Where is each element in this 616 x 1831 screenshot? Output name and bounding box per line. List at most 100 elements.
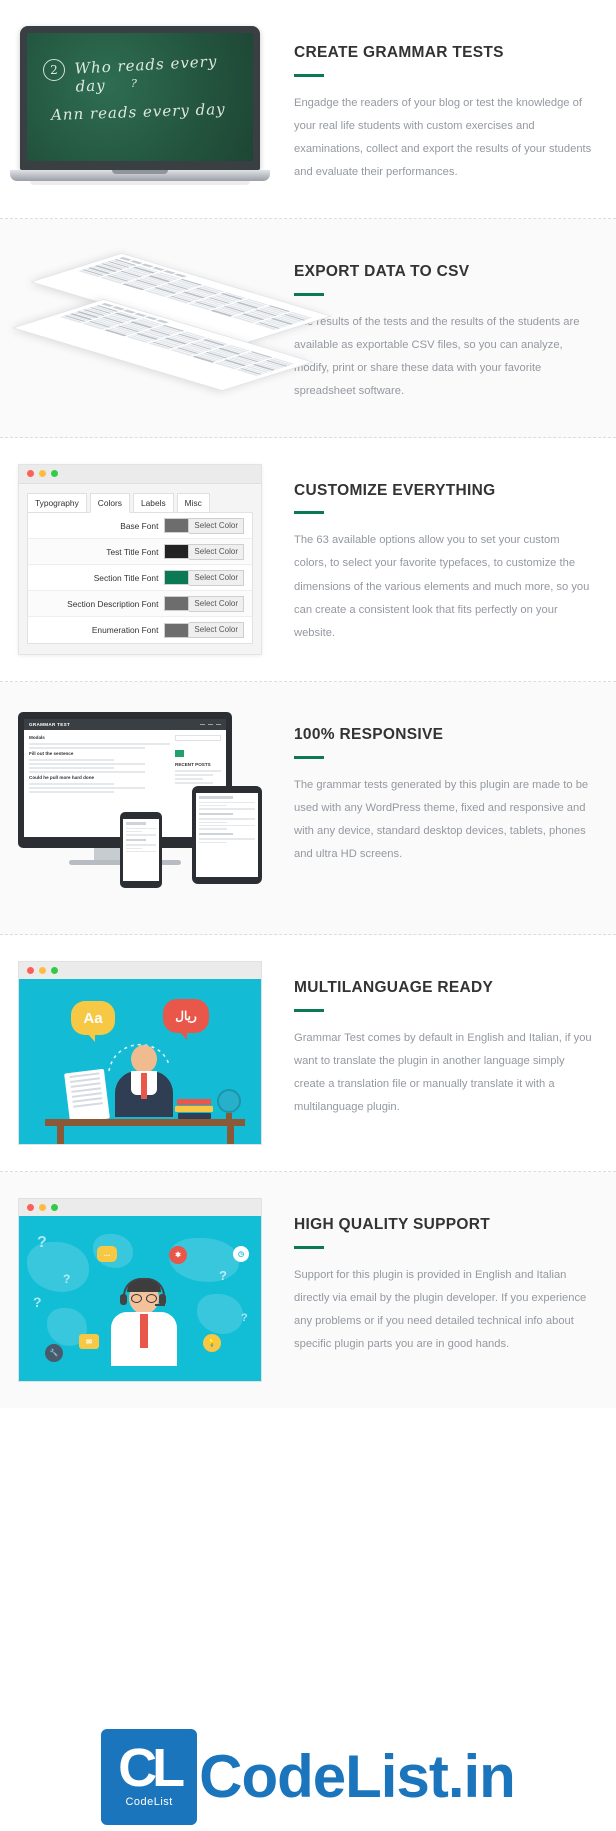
laptop-base: [10, 170, 270, 181]
settings-rows: Base Font Select Color Test Title Font S…: [27, 512, 253, 645]
select-color-button[interactable]: Select Color: [189, 595, 244, 612]
preview-search-input[interactable]: [175, 735, 221, 742]
globe-icon: [217, 1089, 241, 1114]
question-mark-icon: ?: [219, 1268, 227, 1284]
preview-search-button[interactable]: [175, 750, 184, 758]
multilanguage-illustration: Aa ريال: [18, 979, 262, 1146]
phone-text-line: [126, 827, 156, 829]
headset-mic: [155, 1304, 165, 1307]
settings-row: Enumeration Font Select Color: [28, 617, 252, 643]
preview-heading: Modals: [29, 735, 45, 741]
window-minimize-dot-icon[interactable]: [39, 967, 46, 975]
feature-section-multilanguage-ready: Aa ريال MULTILANGUAGE READY Grammar Test…: [0, 935, 616, 1173]
laptop-screen: 2 Who reads every day ? Ann reads every …: [20, 26, 260, 170]
phone-heading-bar: [126, 838, 146, 842]
window-minimize-dot-icon[interactable]: [39, 1204, 46, 1212]
desk-leg: [227, 1126, 234, 1145]
window-maximize-dot-icon[interactable]: [51, 967, 58, 975]
devices-illustration: GRAMMAR TEST Modals Fill out the sentenc…: [18, 708, 262, 908]
codelist-watermark: CL CodeList CodeList.in: [0, 1681, 616, 1831]
csv-spreadsheets-illustration: [12, 245, 332, 395]
feature-title: MULTILANGUAGE READY: [294, 979, 494, 997]
clock-icon: ◷: [233, 1246, 249, 1263]
select-color-button[interactable]: Select Color: [189, 569, 244, 586]
color-swatch[interactable]: [164, 622, 190, 638]
phone-text-line: [126, 834, 156, 836]
tablet-heading-bar: [199, 832, 234, 836]
select-color-button[interactable]: Select Color: [189, 543, 244, 560]
color-swatch[interactable]: [164, 570, 190, 586]
feature-body: The grammar tests generated by this plug…: [294, 778, 589, 861]
window-maximize-dot-icon[interactable]: [51, 1204, 58, 1212]
feature-text-multilanguage-ready: MULTILANGUAGE READY Grammar Test comes b…: [276, 935, 616, 1153]
select-color-button[interactable]: Select Color: [189, 517, 244, 534]
preview-text-line: [29, 767, 114, 769]
setting-label: Enumeration Font: [91, 625, 159, 636]
feature-section-export-data-to-csv: EXPORT DATA TO CSV The results of the te…: [0, 218, 616, 438]
feature-title: CUSTOMIZE EVERYTHING: [294, 481, 496, 499]
settings-window-wrapper: Typography Colors Labels Misc Base Font …: [18, 463, 262, 656]
tablet-text-line: [199, 821, 227, 823]
mail-icon: ✉: [79, 1334, 99, 1350]
preview-subheading-2: Could he pull more hard done: [29, 775, 95, 781]
feature-section-create-grammar-tests: 2 Who reads every day ? Ann reads every …: [0, 0, 616, 219]
phone-screen: [123, 819, 159, 882]
bubble-left-text: Aa: [83, 1010, 103, 1028]
settings-tabs: Typography Colors Labels Misc: [27, 492, 253, 514]
preview-text-line: [29, 763, 145, 765]
feature-media-multilanguage: Aa ريال: [0, 935, 276, 1171]
window-maximize-dot-icon[interactable]: [51, 470, 58, 478]
preview-sidebar-heading: RECENT POSTS: [175, 762, 211, 768]
preview-text-line: [175, 770, 221, 772]
tab-colors[interactable]: Colors: [89, 492, 130, 514]
tablet-text-line: [199, 841, 227, 843]
tablet-device: [192, 786, 262, 885]
headset-earpiece: [120, 1294, 127, 1306]
tablet-heading-bar: [199, 812, 234, 816]
phone-heading-bar: [126, 822, 146, 825]
color-swatch[interactable]: [164, 518, 190, 534]
chat-bubble-icon: …: [97, 1246, 117, 1263]
tab-labels[interactable]: Labels: [132, 492, 174, 514]
title-underline: [294, 1008, 324, 1012]
setting-label: Section Title Font: [93, 572, 159, 583]
phone-bezel: [120, 812, 162, 889]
preview-text-line: [29, 743, 170, 745]
map-continent-shape: [197, 1294, 243, 1335]
watermark-inner: CL CodeList CodeList.in: [101, 1729, 516, 1825]
bubble-right-text: ريال: [175, 1009, 197, 1024]
title-underline: [294, 511, 324, 515]
preview-main-column: Modals Fill out the sentence Could he pu…: [29, 735, 170, 795]
preview-text-line: [29, 787, 145, 789]
title-underline: [294, 292, 324, 296]
phone-text-line: [126, 847, 143, 849]
tablet-screen: [196, 793, 258, 878]
feature-body: Support for this plugin is provided in E…: [294, 1268, 587, 1351]
chalkboard-line-1: Who reads every day: [74, 52, 218, 96]
preview-logo: GRAMMAR TEST: [29, 722, 71, 728]
select-color-button[interactable]: Select Color: [189, 622, 244, 639]
question-mark-icon: ?: [241, 1312, 248, 1325]
codelist-badge-sub: CodeList: [125, 1795, 173, 1808]
feature-section-high-quality-support: ? ? ? ? ? … ✱ ✉ 💡 🔧 ◷ HIGH QUALITY SUPPO…: [0, 1172, 616, 1409]
window-minimize-dot-icon[interactable]: [39, 470, 46, 478]
color-swatch[interactable]: [164, 596, 190, 612]
chalkboard: 2 Who reads every day ? Ann reads every …: [27, 33, 253, 161]
tablet-text-line: [199, 824, 255, 827]
feature-body: The 63 available options allow you to se…: [294, 534, 590, 639]
laptop-shadow: [29, 181, 251, 185]
setting-label: Section Description Font: [67, 598, 159, 609]
preview-text-line: [29, 771, 145, 773]
codelist-badge-letters: CL: [118, 1738, 185, 1799]
desk-leg: [57, 1126, 64, 1145]
settings-window: Typography Colors Labels Misc Base Font …: [18, 463, 262, 656]
tablet-text-line: [199, 808, 255, 810]
window-close-dot-icon[interactable]: [27, 470, 34, 478]
tab-typography[interactable]: Typography: [27, 492, 87, 514]
speech-bubble-right: ريال: [163, 999, 209, 1041]
tab-misc[interactable]: Misc: [176, 492, 210, 514]
feature-section-100-responsive: GRAMMAR TEST Modals Fill out the sentenc…: [0, 682, 616, 936]
color-swatch[interactable]: [164, 544, 190, 560]
window-close-dot-icon[interactable]: [27, 967, 34, 975]
window-close-dot-icon[interactable]: [27, 1204, 34, 1212]
